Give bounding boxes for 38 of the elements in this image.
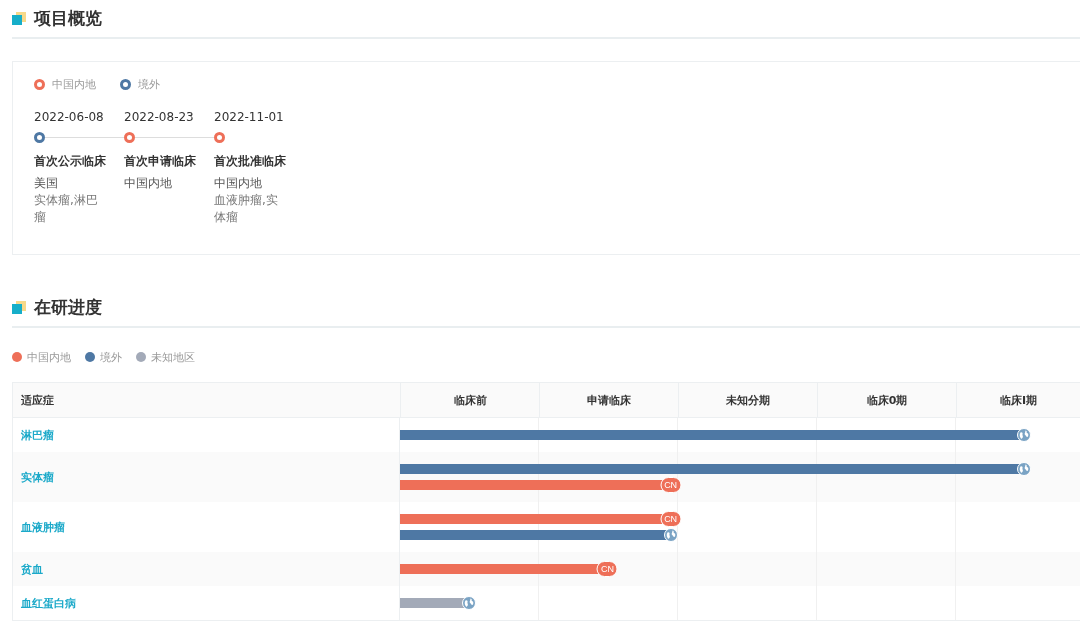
indication-link[interactable]: 血液肿瘤: [21, 519, 65, 535]
section-title: 项目概览: [34, 7, 102, 30]
legend-label: 中国内地: [52, 77, 96, 92]
region-badge: CN: [660, 511, 682, 527]
region-badge: CN: [596, 561, 618, 577]
indication-link[interactable]: 贫血: [21, 561, 43, 577]
section-icon: [12, 300, 26, 315]
column-header: 适应症: [20, 392, 55, 409]
event-region: 美国: [34, 175, 59, 192]
column-header: 临床I期: [956, 383, 1080, 417]
region-badge: CN: [660, 477, 682, 493]
globe-icon: [461, 596, 476, 610]
column-header: 未知分期: [678, 383, 817, 417]
event-date: 2022-11-01: [214, 109, 285, 125]
column-header: 申请临床: [539, 383, 678, 417]
event-region: 中国内地: [214, 175, 263, 192]
legend-label: 未知地区: [151, 349, 195, 365]
event-title: 首次公示临床: [34, 153, 107, 169]
section-title: 在研进度: [34, 296, 102, 319]
section-icon: [12, 11, 26, 26]
event-title: 首次批准临床: [214, 153, 287, 169]
column-header: 临床0期: [817, 383, 956, 417]
globe-icon: [1017, 462, 1032, 476]
column-header: 临床前: [400, 383, 539, 417]
indication-link[interactable]: 血红蛋白病: [21, 595, 76, 611]
event-date: 2022-08-23: [124, 109, 195, 125]
legend-label: 中国内地: [27, 349, 71, 365]
legend-label: 境外: [100, 349, 122, 365]
globe-icon: [663, 528, 678, 542]
globe-icon: [1017, 428, 1032, 442]
event-indications: 血液肿瘤,实体瘤: [214, 192, 279, 226]
event-region: 中国内地: [124, 175, 173, 192]
event-title: 首次申请临床: [124, 153, 197, 169]
event-indications: 实体瘤,淋巴瘤: [34, 192, 99, 226]
indication-link[interactable]: 实体瘤: [21, 469, 54, 485]
legend-label: 境外: [138, 77, 160, 92]
indication-link[interactable]: 淋巴瘤: [21, 427, 54, 443]
event-date: 2022-06-08: [34, 109, 105, 125]
